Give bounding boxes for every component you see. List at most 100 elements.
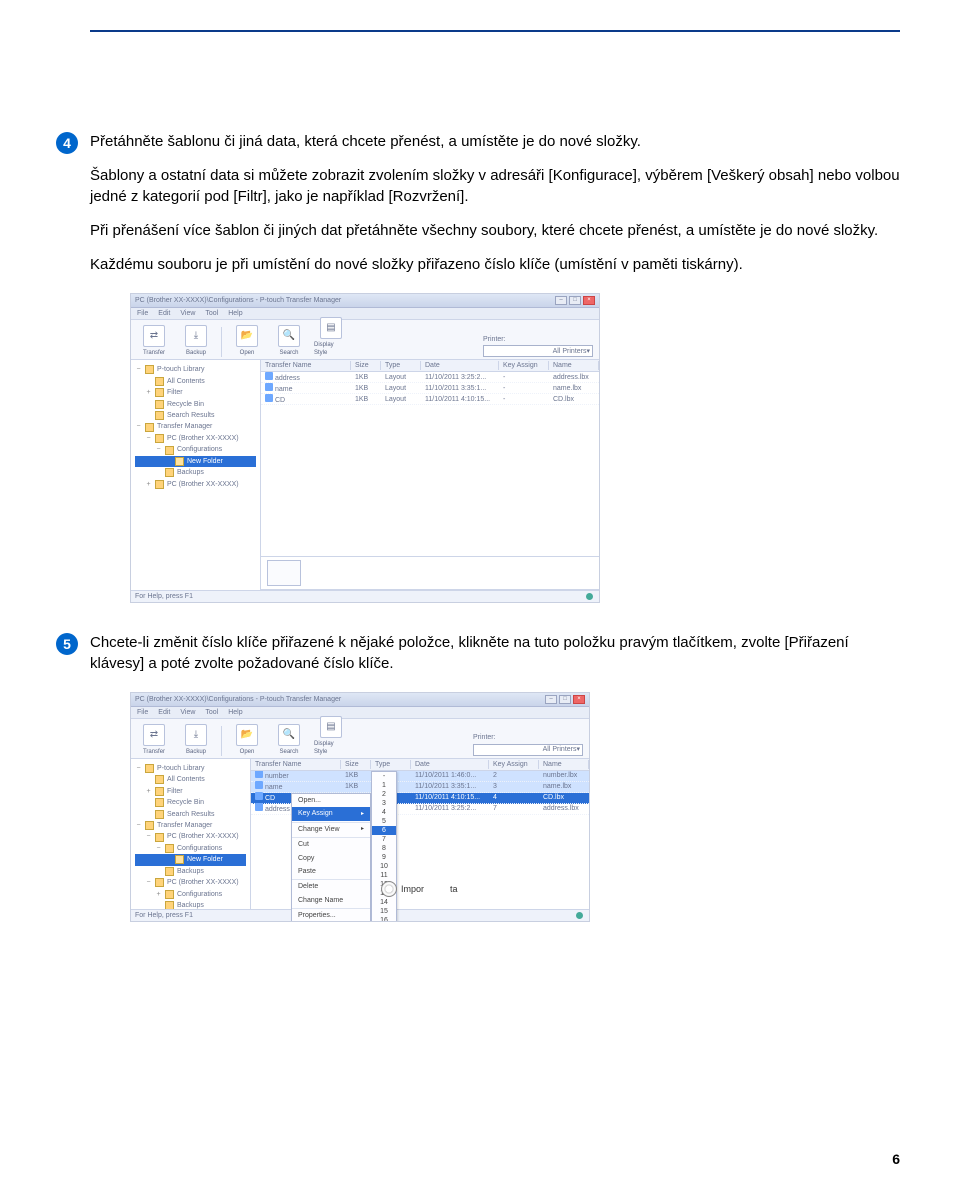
col-size[interactable]: Size [341,760,371,769]
menu-file[interactable]: File [137,309,148,318]
tree-recycle-bin[interactable]: Recycle Bin [135,797,246,808]
backup-button[interactable]: ⤓Backup [179,724,213,756]
printer-dropdown[interactable]: All Printers▾ [473,744,583,756]
key-option[interactable]: - [372,772,396,781]
tree-recycle-bin[interactable]: Recycle Bin [135,399,256,410]
context-menu-item[interactable]: Change Name [292,894,370,907]
tree-configurations[interactable]: −Configurations [135,444,256,455]
key-option[interactable]: 8 [372,844,396,853]
key-option[interactable]: 6 [372,826,396,835]
list-pane: Transfer Name Size Type Date Key Assign … [261,360,599,590]
open-button[interactable]: 📂Open [230,325,264,357]
search-button[interactable]: 🔍Search [272,724,306,756]
context-menu-item[interactable]: Copy [292,852,370,865]
tree-ptouch-library[interactable]: −P-touch Library [135,364,256,375]
search-button[interactable]: 🔍Search [272,325,306,357]
tree-search-results[interactable]: Search Results [135,410,256,421]
context-menu-item[interactable]: Key Assign▸ [292,807,370,820]
context-menu-item[interactable]: Change View▸ [292,822,370,836]
list-item[interactable]: CD1KBLayout11/10/2011 4:10:15...-CD.lbx [261,394,599,405]
menu-help[interactable]: Help [228,309,242,318]
transfer-button[interactable]: ⇄Transfer [137,724,171,756]
key-option[interactable]: 5 [372,817,396,826]
display-style-button[interactable]: ▤Display Style [314,716,348,756]
toolbar-separator [221,726,222,756]
minimize-button[interactable]: – [545,695,557,704]
key-option[interactable]: 2 [372,790,396,799]
menu-view[interactable]: View [180,309,195,318]
folder-tree[interactable]: −P-touch Library All Contents +Filter Re… [131,360,261,590]
col-transfer-name[interactable]: Transfer Name [251,760,341,769]
tree-ptouch-library[interactable]: −P-touch Library [135,763,246,774]
tree-backups[interactable]: Backups [135,467,256,478]
context-menu[interactable]: Open...Key Assign▸ Change View▸CutCopyPas… [291,793,371,922]
screenshot-transfer-manager: PC (Brother XX-XXXX)\Configurations - P-… [130,293,600,603]
tree-configurations-2[interactable]: +Configurations [135,889,246,900]
menu-edit[interactable]: Edit [158,309,170,318]
col-name[interactable]: Name [539,760,589,769]
key-option[interactable]: 14 [372,898,396,907]
printer-dropdown[interactable]: All Printers▾ [483,345,593,357]
key-option[interactable]: 16 [372,916,396,922]
col-date[interactable]: Date [411,760,489,769]
menu-tool[interactable]: Tool [205,309,218,318]
tree-filter[interactable]: +Filter [135,387,256,398]
list-rows[interactable]: address1KBLayout11/10/2011 3:25:2...-add… [261,372,599,556]
close-button[interactable]: × [573,695,585,704]
display-style-button[interactable]: ▤Display Style [314,317,348,357]
tree-new-folder[interactable]: New Folder [135,456,256,467]
folder-tree[interactable]: −P-touch Library All Contents +Filter Re… [131,759,251,909]
key-option[interactable]: 1 [372,781,396,790]
tree-transfer-manager[interactable]: −Transfer Manager [135,820,246,831]
key-option[interactable]: 7 [372,835,396,844]
menu-edit[interactable]: Edit [158,708,170,717]
col-key-assign[interactable]: Key Assign [489,760,539,769]
context-menu-item[interactable]: Open... [292,794,370,807]
tree-filter[interactable]: +Filter [135,786,246,797]
cd-preview-label: Impor ta [381,881,458,897]
maximize-button[interactable]: □ [559,695,571,704]
key-option[interactable]: 15 [372,907,396,916]
backup-button[interactable]: ⤓Backup [179,325,213,357]
col-name[interactable]: Name [549,361,599,370]
toolbar: ⇄Transfer ⤓Backup 📂Open 🔍Search ▤Display… [131,719,589,759]
tree-backups[interactable]: Backups [135,866,246,877]
tree-transfer-manager[interactable]: −Transfer Manager [135,421,256,432]
window-buttons: – □ × [545,695,585,704]
tree-new-folder[interactable]: New Folder [135,854,246,865]
transfer-button[interactable]: ⇄Transfer [137,325,171,357]
tree-all-contents[interactable]: All Contents [135,774,246,785]
maximize-button[interactable]: □ [569,296,581,305]
key-assign-submenu[interactable]: -123456789101112131415161718192021222324… [371,771,397,922]
tree-search-results[interactable]: Search Results [135,809,246,820]
tree-all-contents[interactable]: All Contents [135,376,256,387]
key-option[interactable]: 10 [372,862,396,871]
context-menu-item[interactable]: Cut [292,837,370,851]
tree-pc2[interactable]: +PC (Brother XX-XXXX) [135,479,256,490]
minimize-button[interactable]: – [555,296,567,305]
context-menu-item[interactable]: Paste [292,865,370,878]
col-transfer-name[interactable]: Transfer Name [261,361,351,370]
tree-pc2[interactable]: −PC (Brother XX-XXXX) [135,877,246,888]
tree-backups-2[interactable]: Backups [135,900,246,909]
tree-pc1[interactable]: −PC (Brother XX-XXXX) [135,831,246,842]
col-key-assign[interactable]: Key Assign [499,361,549,370]
open-button[interactable]: 📂Open [230,724,264,756]
menu-tool[interactable]: Tool [205,708,218,717]
tree-configurations[interactable]: −Configurations [135,843,246,854]
context-menu-item[interactable]: Properties... [292,908,370,922]
menu-view[interactable]: View [180,708,195,717]
menu-help[interactable]: Help [228,708,242,717]
col-type[interactable]: Type [371,760,411,769]
col-date[interactable]: Date [421,361,499,370]
close-button[interactable]: × [583,296,595,305]
key-option[interactable]: 3 [372,799,396,808]
col-size[interactable]: Size [351,361,381,370]
tree-pc1[interactable]: −PC (Brother XX-XXXX) [135,433,256,444]
col-type[interactable]: Type [381,361,421,370]
key-option[interactable]: 11 [372,871,396,880]
key-option[interactable]: 9 [372,853,396,862]
context-menu-item[interactable]: Delete [292,879,370,893]
key-option[interactable]: 4 [372,808,396,817]
menu-file[interactable]: File [137,708,148,717]
